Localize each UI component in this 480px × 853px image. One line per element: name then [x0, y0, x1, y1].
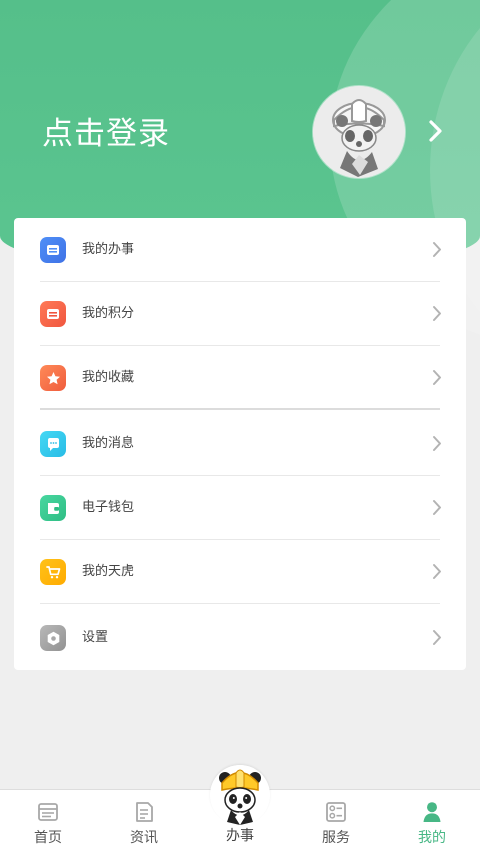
menu-label: 电子钱包 — [82, 500, 135, 515]
profile-menu-card: 我的办事 我的积分 我的收藏 我的消息 电子钱包 我的天虎 设置 — [14, 218, 466, 670]
service-icon — [326, 802, 346, 822]
menu-item-my-tianhu[interactable]: 我的天虎 — [14, 540, 466, 604]
menu-item-my-messages[interactable]: 我的消息 — [14, 412, 466, 476]
login-link[interactable]: 点击登录 — [42, 113, 170, 155]
user-icon — [423, 802, 441, 822]
menu-item-my-affairs[interactable]: 我的办事 — [14, 218, 466, 282]
menu-label: 我的天虎 — [82, 564, 135, 579]
settings-icon — [40, 625, 66, 651]
chevron-right-icon — [433, 630, 441, 645]
tab-affairs[interactable]: 办事 — [209, 765, 271, 844]
tab-home[interactable]: 首页 — [12, 798, 84, 850]
panda-helmet-icon — [210, 765, 270, 825]
chevron-right-icon — [433, 564, 441, 579]
tab-news[interactable]: 资讯 — [108, 798, 180, 850]
message-icon — [40, 431, 66, 457]
header-chevron-right-icon[interactable] — [426, 119, 444, 143]
chevron-right-icon — [433, 436, 441, 451]
menu-item-e-wallet[interactable]: 电子钱包 — [14, 476, 466, 540]
avatar[interactable] — [313, 86, 405, 178]
wallet-icon — [40, 495, 66, 521]
tab-label: 办事 — [226, 828, 254, 844]
briefcase-icon — [40, 237, 66, 263]
menu-item-my-favorites[interactable]: 我的收藏 — [14, 346, 466, 410]
chevron-right-icon — [433, 500, 441, 515]
mine-page: 点击登录 我的办事 我的积分 我的收藏 我的消息 电子钱包 我的天虎 设置 首页… — [0, 0, 480, 853]
tab-label: 我的 — [418, 830, 446, 846]
tab-label: 资讯 — [130, 830, 158, 846]
home-icon — [38, 803, 58, 821]
cart-icon — [40, 559, 66, 585]
divider — [40, 603, 440, 604]
chevron-right-icon — [433, 306, 441, 321]
news-icon — [136, 802, 153, 822]
menu-label: 我的办事 — [82, 242, 135, 257]
menu-label: 我的积分 — [82, 306, 135, 321]
star-icon — [40, 365, 66, 391]
chevron-right-icon — [433, 370, 441, 385]
menu-label: 我的消息 — [82, 436, 135, 451]
panda-mascot-icon — [313, 86, 405, 178]
tab-service[interactable]: 服务 — [300, 798, 372, 850]
tab-mine[interactable]: 我的 — [396, 798, 468, 850]
menu-item-my-points[interactable]: 我的积分 — [14, 282, 466, 346]
menu-item-settings[interactable]: 设置 — [14, 606, 466, 670]
menu-label: 设置 — [82, 630, 109, 645]
tab-label: 服务 — [322, 830, 350, 846]
chevron-right-icon — [433, 242, 441, 257]
points-icon — [40, 301, 66, 327]
tab-label: 首页 — [34, 830, 62, 846]
divider — [40, 408, 440, 410]
menu-label: 我的收藏 — [82, 370, 135, 385]
affairs-mascot — [210, 765, 270, 825]
